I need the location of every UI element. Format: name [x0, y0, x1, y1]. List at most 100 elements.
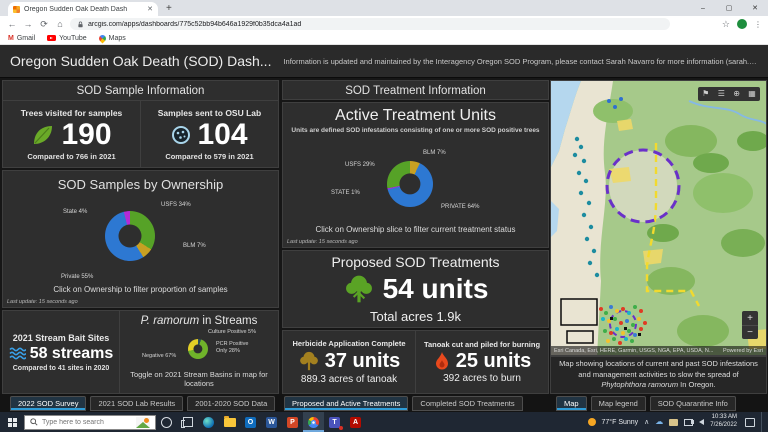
window-close-button[interactable]: ✕ [742, 0, 768, 16]
proposed-value: 54 units [383, 275, 489, 303]
address-bar[interactable]: arcgis.com/apps/dashboards/775c52bb94b64… [70, 18, 670, 30]
outlook-button[interactable]: O [240, 412, 261, 432]
ramorum-streams-donut[interactable] [188, 339, 208, 359]
edge-icon [203, 417, 214, 428]
dashboard-favicon [13, 6, 20, 13]
edge-button[interactable] [198, 412, 219, 432]
tab-close-icon[interactable]: ✕ [147, 5, 153, 13]
powerpoint-button[interactable]: P [282, 412, 303, 432]
chrome-button[interactable] [303, 412, 324, 432]
ownership-last-update: Last update: 15 seconds ago [7, 299, 78, 305]
home-icon[interactable]: ⌂ [54, 19, 66, 29]
sample-info-title: SOD Sample Information [3, 81, 278, 101]
tab-2022-sod-survey[interactable]: 2022 SOD Survey [10, 396, 86, 411]
teams-icon: T [329, 417, 340, 428]
tab-sod-quarantine-info[interactable]: SOD Quarantine Info [650, 396, 736, 411]
speaker-icon[interactable] [699, 419, 704, 425]
bookmark-youtube[interactable]: YouTube [47, 35, 87, 42]
map-zoom-control: + − [742, 311, 758, 339]
browser-menu-icon[interactable]: ⋮ [754, 20, 762, 29]
trees-visited-value: 190 [61, 120, 111, 150]
bookmark-maps[interactable]: Maps [99, 35, 126, 42]
window-maximize-button[interactable]: ▢ [716, 0, 742, 16]
slice-label-private-treat: PRIVATE 64% [441, 204, 479, 210]
acrobat-icon: A [350, 417, 361, 428]
url-text: arcgis.com/apps/dashboards/775c52bb94b64… [88, 21, 301, 28]
profile-avatar[interactable] [737, 19, 747, 29]
show-desktop-strip[interactable] [761, 412, 764, 432]
word-button[interactable]: W [261, 412, 282, 432]
back-icon[interactable]: ← [6, 19, 18, 29]
treatment-info-title: SOD Treatment Information [283, 81, 548, 101]
slice-label-negative: Negative 67% [142, 353, 176, 359]
tab-2021-sod-lab-results[interactable]: 2021 SOD Lab Results [90, 396, 183, 411]
search-highlights-icon[interactable] [136, 417, 150, 428]
start-button[interactable] [0, 412, 24, 432]
search-icon [30, 418, 38, 426]
acrobat-button[interactable]: A [345, 412, 366, 432]
search-input[interactable] [42, 419, 122, 426]
tab-proposed-active-treatments[interactable]: Proposed and Active Treatments [284, 396, 408, 411]
slice-label-usfs-treat: USFS 29% [345, 162, 375, 168]
zoom-in-button[interactable]: + [742, 311, 758, 325]
tab-map[interactable]: Map [556, 396, 587, 411]
teams-badge [339, 426, 343, 430]
stream-bait-stat: 2021 Stream Bait Sites 58 streams Compar… [3, 311, 120, 393]
herbicide-value: 37 units [325, 351, 401, 371]
tray-folder-icon[interactable] [669, 419, 678, 426]
sample-info-panel: SOD Sample Information Trees visited for… [2, 80, 279, 168]
stream-basins-note: Toggle on 2021 Stream Basins in map for … [126, 370, 272, 390]
samples-ownership-donut[interactable] [105, 211, 155, 261]
bookmark-gmail[interactable]: MGmail [8, 35, 35, 42]
bookmark-star-icon[interactable]: ☆ [722, 19, 730, 30]
map-canvas[interactable] [551, 81, 767, 356]
treatment-last-update: Last update: 15 seconds ago [287, 239, 358, 245]
weather-text[interactable]: 77°F Sunny [602, 419, 639, 426]
tab-2001-2020-sod-data[interactable]: 2001-2020 SOD Data [187, 396, 275, 411]
clock-date: 7/26/2022 [710, 422, 737, 430]
refresh-icon[interactable]: ⟳ [38, 19, 50, 30]
lock-icon [77, 21, 84, 28]
active-treatment-donut[interactable] [387, 161, 433, 207]
cortana-icon [161, 417, 172, 428]
forward-icon[interactable]: → [22, 19, 34, 29]
bookmark-tool-icon[interactable]: ⚑ [702, 90, 709, 98]
legend-tool-icon[interactable]: ☰ [718, 90, 725, 98]
tray-expand-icon[interactable]: ∧ [644, 418, 649, 426]
action-center-icon[interactable] [745, 418, 755, 427]
windows-logo-icon [8, 418, 17, 427]
browser-toolbar: ← → ⟳ ⌂ arcgis.com/apps/dashboards/775c5… [0, 16, 768, 32]
windows-taskbar: O W P T A 77°F Sunny ∧ ☁ 10:33 AM 7/26/2… [0, 412, 768, 432]
map-panel[interactable]: ⚑ ☰ ⊕ ▦ + − Esri Canada, Esri, HERE, Gar… [550, 80, 767, 356]
browser-tab[interactable]: Oregon Sudden Oak Death Dash ✕ [8, 2, 158, 16]
taskbar-search[interactable] [24, 415, 156, 430]
slice-label-private: Private 55% [61, 274, 93, 280]
cortana-button[interactable] [156, 412, 177, 432]
slice-label-pcr-positive: PCR Positive Only 28% [216, 341, 258, 354]
zoom-out-button[interactable]: − [742, 325, 758, 339]
onedrive-icon[interactable]: ☁ [655, 418, 663, 426]
active-treatment-panel: Active Treatment Units Units are defined… [282, 102, 549, 248]
slice-label-blm: BLM 7% [183, 243, 206, 249]
attribution-text: Esri Canada, Esri, HERE, Garmin, USGS, N… [554, 348, 713, 354]
taskbar-clock[interactable]: 10:33 AM 7/26/2022 [710, 414, 737, 430]
slice-label-state: State 4% [63, 209, 87, 215]
tab-map-legend[interactable]: Map legend [591, 396, 646, 411]
weather-sun-icon[interactable] [588, 418, 596, 426]
teams-button[interactable]: T [324, 412, 345, 432]
window-minimize-button[interactable]: – [690, 0, 716, 16]
gmail-icon: M [8, 35, 14, 42]
ownership-click-note: Click on Ownership to filter proportion … [3, 285, 278, 294]
task-view-button[interactable] [177, 412, 198, 432]
globe-tool-icon[interactable]: ⊕ [733, 90, 740, 98]
powerpoint-icon: P [287, 417, 298, 428]
map-caption: Map showing locations of current and pas… [551, 359, 766, 392]
map-attribution: Esri Canada, Esri, HERE, Garmin, USGS, N… [551, 346, 766, 355]
maps-pin-icon [97, 33, 107, 43]
new-tab-button[interactable]: + [166, 3, 172, 14]
tab-completed-sod-treatments[interactable]: Completed SOD Treatments [412, 396, 522, 411]
powered-by-esri: Powered by Esri [723, 348, 763, 354]
basemap-tool-icon[interactable]: ▦ [748, 90, 756, 98]
file-explorer-button[interactable] [219, 412, 240, 432]
browser-tab-title: Oregon Sudden Oak Death Dash [24, 6, 143, 13]
